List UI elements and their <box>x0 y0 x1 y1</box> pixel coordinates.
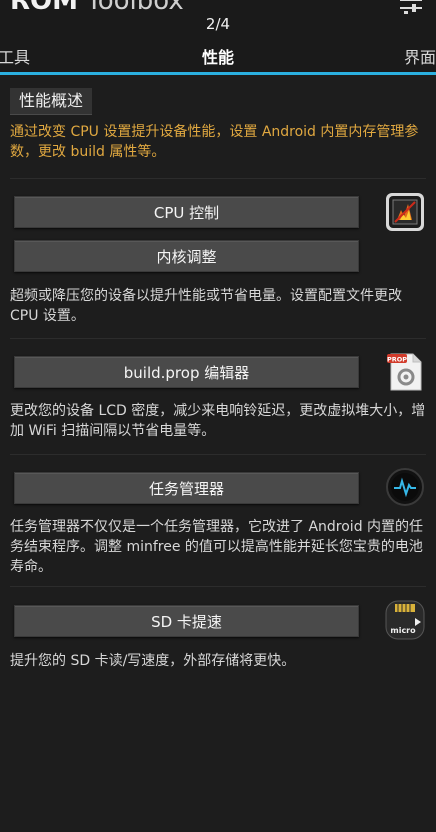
tab-strip: 2/4 工具 性能 界面 <box>0 14 436 74</box>
tab-performance[interactable]: 性能 <box>0 44 436 68</box>
kernel-tweaks-button[interactable]: 内核调整 <box>14 240 359 272</box>
cpu-chip-icon[interactable] <box>385 192 425 232</box>
intro-text: 通过改变 CPU 设置提升设备性能，设置 Android 内置内存管理参数，更改… <box>10 124 419 160</box>
page-indicator: 2/4 <box>205 15 231 33</box>
cpu-control-button[interactable]: CPU 控制 <box>14 196 359 228</box>
prop-icon-label: PROP <box>387 356 407 364</box>
divider <box>10 586 426 587</box>
cpu-section-description: 超频或降压您的设备以提升性能或节省电量。设置配置文件更改 CPU 设置。 <box>10 288 402 324</box>
task-manager-description: 任务管理器不仅仅是一个任务管理器，它改进了 Android 内置的任务结束程序。… <box>10 519 424 575</box>
task-manager-button[interactable]: 任务管理器 <box>14 472 359 504</box>
sd-card-description: 提升您的 SD 卡读/写速度，外部存储将更快。 <box>10 653 296 669</box>
microsd-card-icon[interactable]: micro <box>385 600 425 640</box>
app-screen: ROM Toolbox 2/4 工具 性能 界面 性能概述 通过改变 CPU 设… <box>0 0 436 832</box>
task-monitor-icon[interactable] <box>385 467 425 507</box>
prop-file-gear-icon[interactable]: PROP <box>385 352 425 392</box>
divider <box>10 454 426 455</box>
tab-underline <box>0 72 436 75</box>
sd-card-boost-button[interactable]: SD 卡提速 <box>14 605 359 637</box>
divider <box>10 338 426 339</box>
build-prop-description: 更改您的设备 LCD 密度，减少来电响铃延迟，更改虚拟堆大小，增加 WiFi 扫… <box>10 403 426 439</box>
divider <box>10 178 426 179</box>
section-header-performance-overview: 性能概述 <box>10 88 93 115</box>
tab-interface[interactable]: 界面 <box>404 44 436 68</box>
build-prop-editor-button[interactable]: build.prop 编辑器 <box>14 356 359 388</box>
microsd-icon-label: micro <box>390 626 416 635</box>
